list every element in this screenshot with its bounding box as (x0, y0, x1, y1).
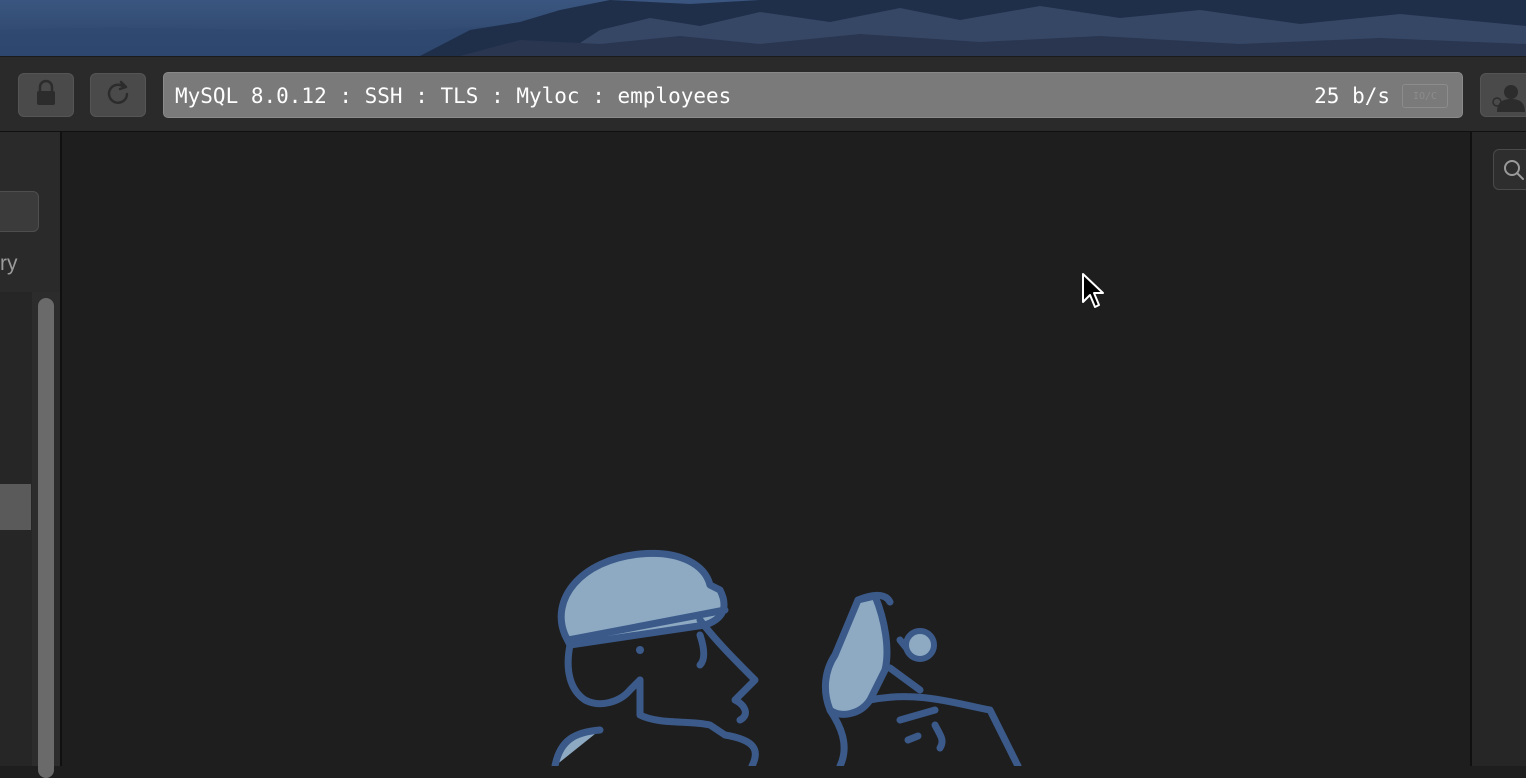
sidebar-scroll-thumb[interactable] (38, 298, 54, 778)
search-icon (1502, 158, 1526, 187)
refresh-icon (104, 79, 132, 112)
right-panel (1472, 132, 1526, 766)
throughput-indicator: 25 b/s (1314, 84, 1390, 108)
user-icon (1489, 82, 1526, 117)
lock-icon (34, 79, 58, 112)
user-button[interactable] (1480, 73, 1526, 117)
connection-address-bar[interactable]: MySQL 8.0.12 : SSH : TLS : Myloc : emplo… (163, 72, 1463, 118)
refresh-button[interactable] (90, 73, 146, 117)
lock-button[interactable] (18, 73, 74, 117)
search-field[interactable] (1493, 149, 1526, 190)
selected-table-row[interactable] (0, 484, 31, 530)
mouse-cursor-icon (1080, 272, 1106, 317)
database-selector[interactable] (0, 191, 39, 232)
io-activity-badge: IO/C (1402, 84, 1448, 108)
welcome-illustration (540, 540, 1040, 771)
toolbar: MySQL 8.0.12 : SSH : TLS : Myloc : emplo… (0, 56, 1526, 132)
desktop-wallpaper (0, 0, 1526, 56)
sidebar-section-label: ry (0, 252, 18, 275)
left-sidebar: ry (0, 132, 60, 778)
connection-label: MySQL 8.0.12 : SSH : TLS : Myloc : emplo… (175, 84, 732, 108)
